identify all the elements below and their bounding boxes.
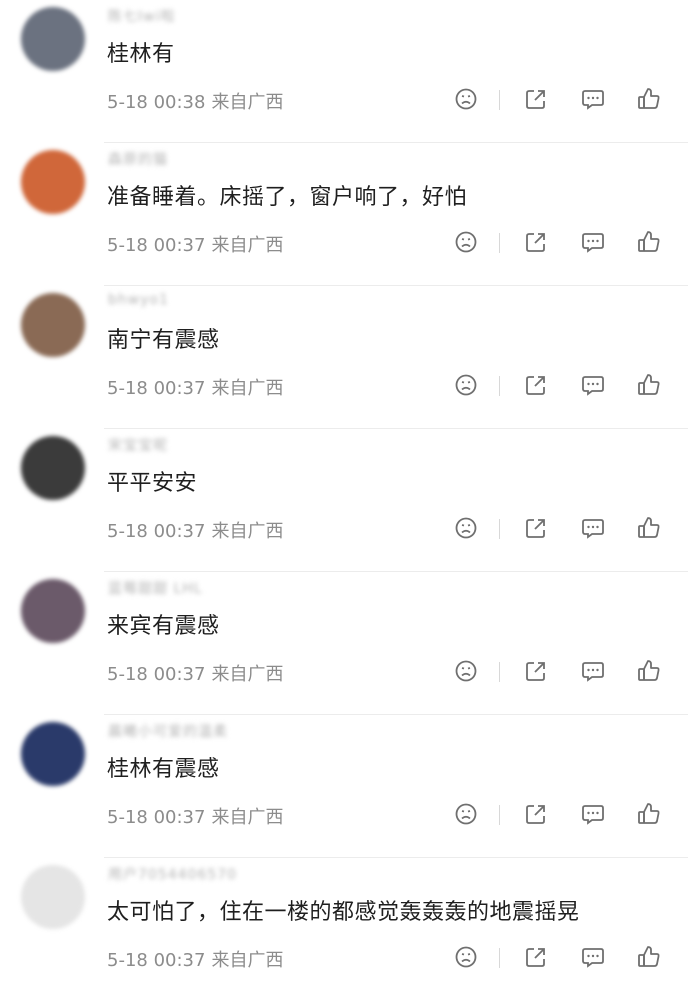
username[interactable]: bhwyo1 (108, 292, 169, 308)
comment-text: 来宾有震感 (107, 614, 220, 639)
comment-text: 桂林有 (107, 42, 175, 67)
like-thumb-icon[interactable] (635, 943, 663, 971)
share-icon[interactable] (522, 943, 550, 971)
action-separator (499, 376, 500, 396)
comment-item: 用户7054406570 太可怕了，住在一楼的都感觉轰轰轰的地震摇晃 5-18 … (0, 858, 688, 1001)
like-thumb-icon[interactable] (635, 514, 663, 542)
comment-icon[interactable] (579, 85, 607, 113)
comment-meta: 5-18 00:37 来自广西 (107, 517, 283, 543)
share-icon[interactable] (522, 657, 550, 685)
avatar[interactable] (21, 865, 85, 929)
comment-text: 太可怕了，住在一楼的都感觉轰轰轰的地震摇晃 (107, 900, 580, 925)
comment-location: 来自广西 (211, 664, 284, 685)
avatar[interactable] (21, 722, 85, 786)
avatar[interactable] (21, 579, 85, 643)
comment-location: 来自广西 (211, 521, 284, 542)
comment-location: 来自广西 (211, 378, 284, 399)
action-separator (499, 233, 500, 253)
comment-icon[interactable] (579, 371, 607, 399)
action-separator (499, 90, 500, 110)
comment-location: 来自广西 (211, 950, 284, 971)
comment-item: 蓝莓甜甜 LHL 来宾有震感 5-18 00:37 来自广西 (0, 572, 688, 715)
username[interactable]: 陈七Iwi啦 (108, 6, 175, 26)
comment-date: 5-18 00:38 (107, 92, 206, 113)
comment-text: 准备睡着。床摇了，窗户响了，好怕 (107, 185, 468, 210)
username[interactable]: 晨曦小可爱的温柔 (108, 721, 228, 741)
action-separator (499, 948, 500, 968)
comment-item: 晨曦小可爱的温柔 桂林有震感 5-18 00:37 来自广西 (0, 715, 688, 858)
username[interactable]: 蓝莓甜甜 LHL (108, 578, 203, 598)
comment-date: 5-18 00:37 (107, 521, 206, 542)
comment-meta: 5-18 00:37 来自广西 (107, 946, 283, 972)
avatar[interactable] (21, 150, 85, 214)
like-thumb-icon[interactable] (635, 800, 663, 828)
comment-icon[interactable] (579, 657, 607, 685)
comment-location: 来自广西 (211, 235, 284, 256)
share-icon[interactable] (522, 85, 550, 113)
like-thumb-icon[interactable] (635, 85, 663, 113)
comment-list: 陈七Iwi啦 桂林有 5-18 00:38 来自广西 森原的猫 准备睡着。床摇了，… (0, 0, 688, 1001)
username[interactable]: 用户7054406570 (108, 864, 237, 884)
action-separator (499, 662, 500, 682)
comment-icon[interactable] (579, 514, 607, 542)
like-thumb-icon[interactable] (635, 228, 663, 256)
action-separator (499, 805, 500, 825)
comment-meta: 5-18 00:38 来自广西 (107, 88, 283, 114)
like-thumb-icon[interactable] (635, 371, 663, 399)
comment-date: 5-18 00:37 (107, 378, 206, 399)
dislike-face-icon[interactable] (452, 800, 480, 828)
comment-date: 5-18 00:37 (107, 950, 206, 971)
comment-text: 桂林有震感 (107, 757, 220, 782)
dislike-face-icon[interactable] (452, 943, 480, 971)
share-icon[interactable] (522, 228, 550, 256)
comment-icon[interactable] (579, 800, 607, 828)
share-icon[interactable] (522, 371, 550, 399)
comment-text: 南宁有震感 (107, 328, 220, 353)
action-separator (499, 519, 500, 539)
comment-meta: 5-18 00:37 来自广西 (107, 803, 283, 829)
comment-meta: 5-18 00:37 来自广西 (107, 231, 283, 257)
comment-date: 5-18 00:37 (107, 235, 206, 256)
avatar[interactable] (21, 436, 85, 500)
comment-date: 5-18 00:37 (107, 807, 206, 828)
comment-meta: 5-18 00:37 来自广西 (107, 374, 283, 400)
dislike-face-icon[interactable] (452, 228, 480, 256)
comment-item: 陈七Iwi啦 桂林有 5-18 00:38 来自广西 (0, 0, 688, 143)
comment-date: 5-18 00:37 (107, 664, 206, 685)
dislike-face-icon[interactable] (452, 85, 480, 113)
username[interactable]: 宋宝宝呢 (108, 435, 168, 455)
comment-item: 宋宝宝呢 平平安安 5-18 00:37 来自广西 (0, 429, 688, 572)
comment-text: 平平安安 (107, 471, 198, 496)
share-icon[interactable] (522, 800, 550, 828)
dislike-face-icon[interactable] (452, 371, 480, 399)
comment-location: 来自广西 (211, 92, 284, 113)
like-thumb-icon[interactable] (635, 657, 663, 685)
dislike-face-icon[interactable] (452, 514, 480, 542)
comment-icon[interactable] (579, 228, 607, 256)
avatar[interactable] (21, 7, 85, 71)
dislike-face-icon[interactable] (452, 657, 480, 685)
comment-icon[interactable] (579, 943, 607, 971)
comment-item: bhwyo1 南宁有震感 5-18 00:37 来自广西 (0, 286, 688, 429)
avatar[interactable] (21, 293, 85, 357)
share-icon[interactable] (522, 514, 550, 542)
username[interactable]: 森原的猫 (108, 149, 168, 169)
comment-item: 森原的猫 准备睡着。床摇了，窗户响了，好怕 5-18 00:37 来自广西 (0, 143, 688, 286)
comment-meta: 5-18 00:37 来自广西 (107, 660, 283, 686)
comment-location: 来自广西 (211, 807, 284, 828)
